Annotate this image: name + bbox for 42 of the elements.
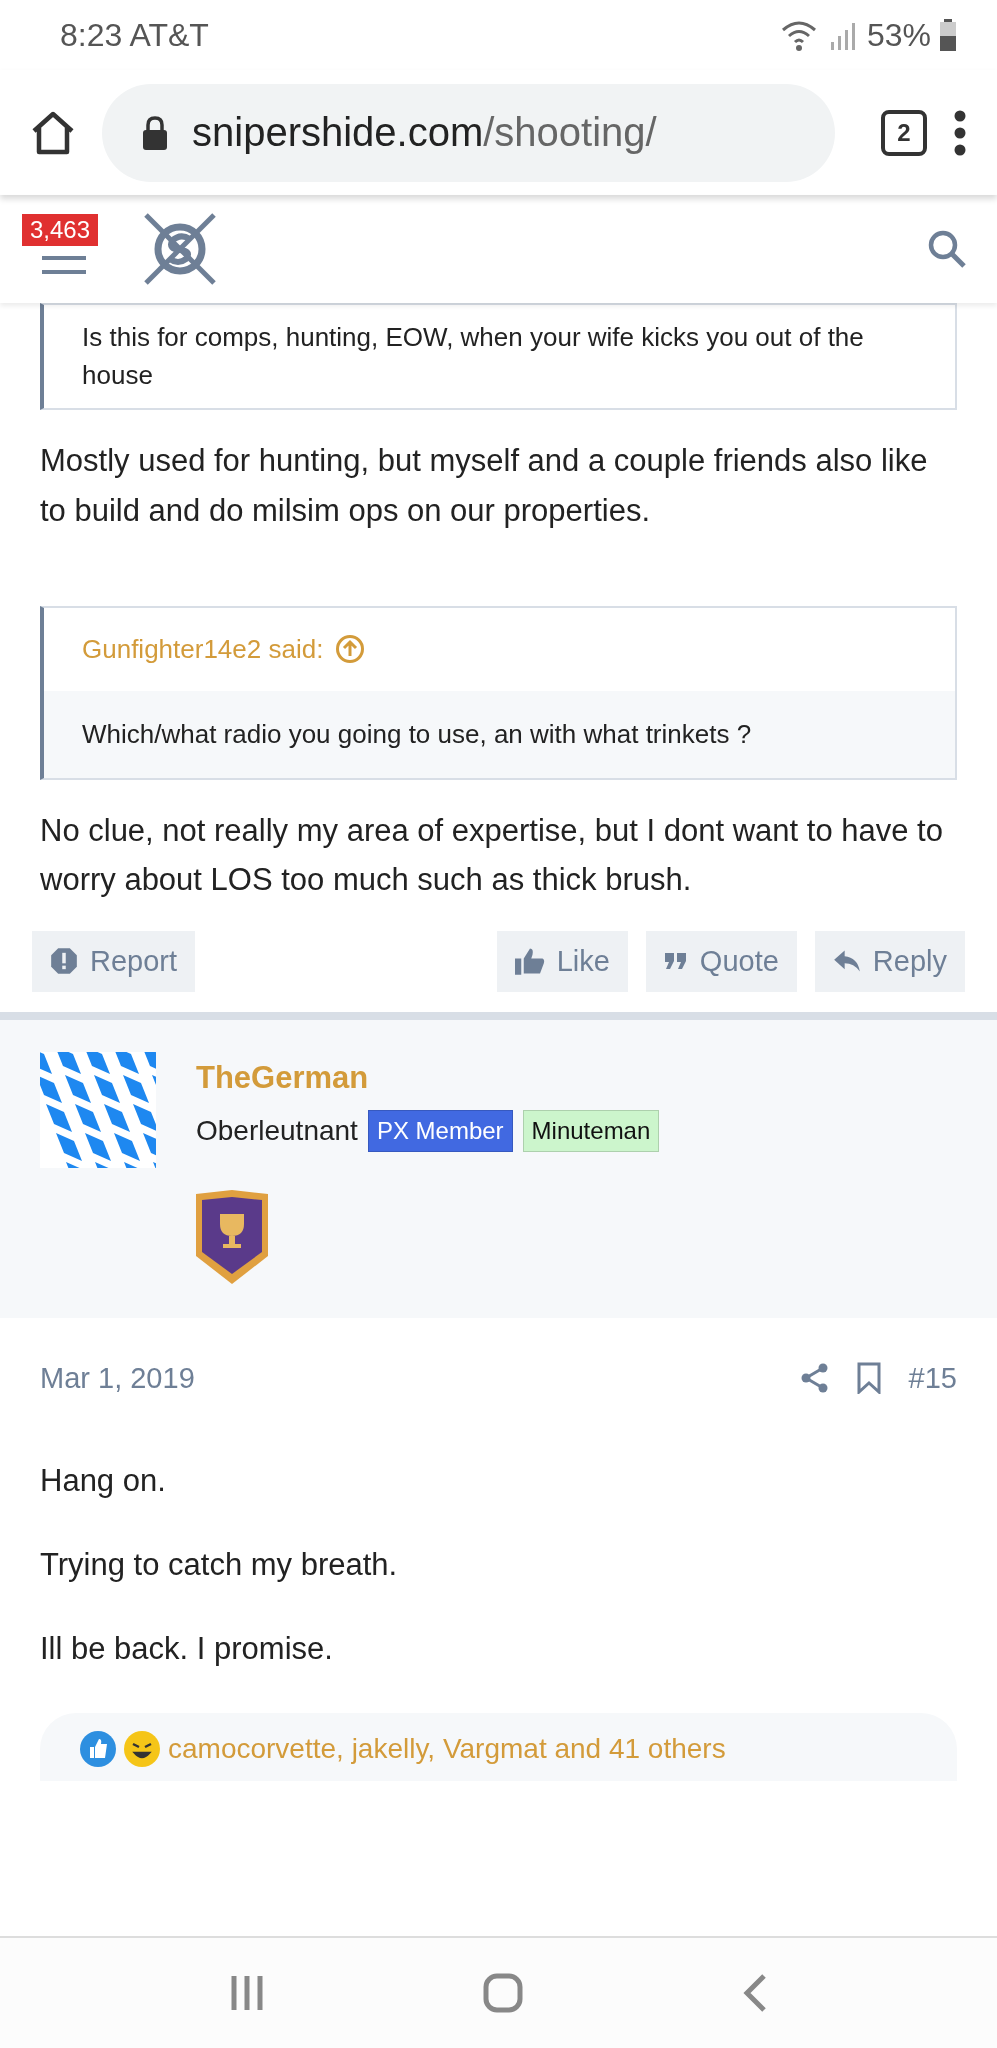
flag-avatar[interactable]	[40, 1051, 156, 1168]
post-text: Ill be back. I promise.	[40, 1630, 334, 1667]
bookmark-icon[interactable]	[856, 1362, 881, 1395]
user-banner: Minuteman	[522, 1109, 660, 1152]
post-text: Trying to catch my breath.	[40, 1546, 399, 1583]
like-reaction-icon	[80, 1730, 116, 1767]
quote-icon	[663, 951, 688, 972]
battery-icon	[939, 19, 957, 51]
back-icon[interactable]	[743, 1973, 768, 2013]
post-text: Mostly used for hunting, but myself and a couple friends also like to build and do milsim ops on our properties.	[40, 442, 929, 530]
reply-icon	[832, 949, 861, 974]
more-icon[interactable]	[953, 109, 967, 156]
post-date[interactable]: Mar 1, 2019	[40, 1361, 195, 1395]
post-number-link[interactable]: #15	[908, 1361, 957, 1395]
post-text: Hang on.	[40, 1462, 167, 1499]
alert-count-badge: 3,463	[22, 214, 99, 246]
quote-button[interactable]: Quote	[645, 930, 797, 992]
post-text: No clue, not really my area of expertise, but I dont want to have to worry about LOS too much such as thick brush.	[40, 811, 944, 900]
tab-count-button[interactable]: 2	[881, 109, 927, 156]
quoted-text: Is this for comps, hunting, EOW, when your wife kicks you out of the house	[81, 321, 865, 392]
laughing-emoji-icon	[124, 1730, 160, 1767]
home-icon[interactable]	[30, 110, 76, 155]
recent-apps-icon[interactable]	[229, 1974, 264, 2012]
reply-button[interactable]: Reply	[814, 930, 965, 992]
lock-icon	[142, 115, 168, 150]
user-title: Oberleutnant	[196, 1114, 358, 1147]
like-button[interactable]: Like	[496, 930, 628, 992]
menu-icon[interactable]	[42, 256, 86, 276]
username-link[interactable]: TheGerman	[196, 1059, 957, 1096]
trophy-badge-icon[interactable]	[196, 1189, 268, 1284]
battery-percent: 53%	[866, 16, 931, 54]
user-banner: PX Member	[367, 1109, 513, 1152]
address-bar[interactable]: snipershide.com/shooting/	[102, 83, 835, 182]
report-button[interactable]: Report	[32, 930, 196, 992]
home-button-icon[interactable]	[483, 1973, 524, 2013]
thumbs-up-icon	[514, 947, 545, 976]
quoted-text: Which/what radio you going to use, an with what trinkets ?	[44, 690, 955, 778]
share-icon[interactable]	[800, 1363, 829, 1394]
status-time-carrier: 8:23 AT&T	[60, 16, 209, 54]
quote-author-link[interactable]: Gunfighter14e2 said:	[82, 633, 324, 665]
warning-icon	[50, 947, 78, 976]
search-icon[interactable]	[927, 229, 967, 269]
